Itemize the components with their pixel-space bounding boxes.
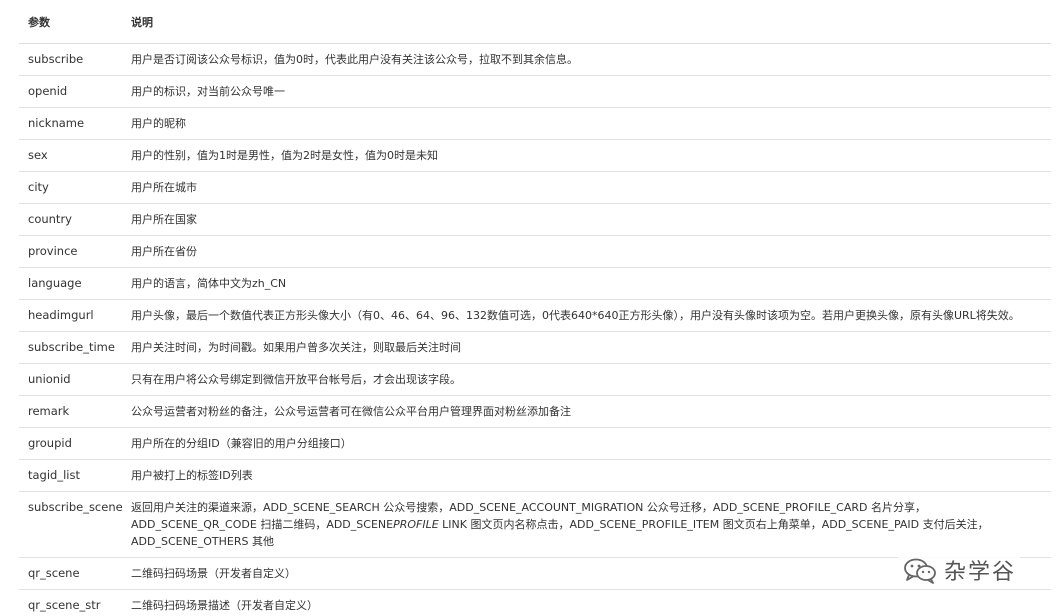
table-row: city 用户所在城市	[19, 171, 1051, 204]
table-row: tagid_list 用户被打上的标签ID列表	[19, 459, 1051, 492]
table-row: language 用户的语言，简体中文为zh_CN	[19, 267, 1051, 300]
param-desc: 用户头像，最后一个数值代表正方形头像大小（有0、46、64、96、132数值可选…	[122, 299, 1051, 332]
param-name: subscribe_scene	[19, 491, 123, 558]
param-desc: 二维码扫码场景描述（开发者自定义）	[122, 589, 1051, 616]
param-name: language	[19, 267, 122, 300]
param-desc: 用户所在国家	[122, 203, 1051, 236]
param-desc: 只有在用户将公众号绑定到微信开放平台帐号后，才会出现该字段。	[122, 363, 1051, 396]
param-name: qr_scene	[19, 557, 122, 590]
param-desc: 用户的性别，值为1时是男性，值为2时是女性，值为0时是未知	[122, 139, 1051, 172]
watermark: 杂学谷	[898, 552, 1021, 588]
param-desc: 用户的标识，对当前公众号唯一	[122, 75, 1051, 108]
header-desc: 说明	[122, 0, 1051, 44]
param-desc: 用户所在城市	[122, 171, 1051, 204]
table-row: remark 公众号运营者对粉丝的备注，公众号运营者可在微信公众平台用户管理界面…	[19, 395, 1051, 428]
table-row: headimgurl 用户头像，最后一个数值代表正方形头像大小（有0、46、64…	[19, 299, 1051, 332]
param-name: headimgurl	[19, 299, 122, 332]
param-name: qr_scene_str	[19, 589, 122, 616]
param-desc: 用户所在省份	[122, 235, 1051, 268]
header-param: 参数	[19, 0, 122, 44]
table-row: sex 用户的性别，值为1时是男性，值为2时是女性，值为0时是未知	[19, 139, 1051, 172]
param-desc: 用户的语言，简体中文为zh_CN	[122, 267, 1051, 300]
scene-desc-italic: PROFILE	[393, 518, 439, 531]
watermark-text: 杂学谷	[944, 560, 1017, 585]
param-desc: 返回用户关注的渠道来源，ADD_SCENE_SEARCH 公众号搜索，ADD_S…	[122, 491, 1051, 558]
param-name: city	[19, 171, 122, 204]
param-name: province	[19, 235, 122, 268]
param-desc: 用户被打上的标签ID列表	[122, 459, 1051, 492]
table-row: subscribe_time 用户关注时间，为时间戳。如果用户曾多次关注，则取最…	[19, 331, 1051, 364]
param-name: subscribe	[19, 43, 122, 76]
param-table: 参数 说明 subscribe 用户是否订阅该公众号标识，值为0时，代表此用户没…	[19, 0, 1051, 616]
param-name: openid	[19, 75, 122, 108]
param-desc: 用户所在的分组ID（兼容旧的用户分组接口）	[122, 427, 1051, 460]
table-row: province 用户所在省份	[19, 235, 1051, 268]
table-header-row: 参数 说明	[19, 0, 1051, 44]
table-row: nickname 用户的昵称	[19, 107, 1051, 140]
table-row: subscribe 用户是否订阅该公众号标识，值为0时，代表此用户没有关注该公众…	[19, 43, 1051, 76]
table-row: qr_scene_str 二维码扫码场景描述（开发者自定义）	[19, 589, 1051, 616]
param-name: groupid	[19, 427, 122, 460]
wechat-icon	[902, 556, 938, 584]
param-name: nickname	[19, 107, 122, 140]
table-row: country 用户所在国家	[19, 203, 1051, 236]
table-row: openid 用户的标识，对当前公众号唯一	[19, 75, 1051, 108]
param-name: sex	[19, 139, 122, 172]
param-name: tagid_list	[19, 459, 122, 492]
param-desc: 用户关注时间，为时间戳。如果用户曾多次关注，则取最后关注时间	[122, 331, 1051, 364]
param-desc: 用户的昵称	[122, 107, 1051, 140]
param-name: unionid	[19, 363, 122, 396]
param-name: country	[19, 203, 122, 236]
param-desc: 用户是否订阅该公众号标识，值为0时，代表此用户没有关注该公众号，拉取不到其余信息…	[122, 43, 1051, 76]
document: 参数 说明 subscribe 用户是否订阅该公众号标识，值为0时，代表此用户没…	[19, 0, 1051, 616]
param-name: remark	[19, 395, 122, 428]
table-row: qr_scene 二维码扫码场景（开发者自定义）	[19, 557, 1051, 590]
table-row: subscribe_scene 返回用户关注的渠道来源，ADD_SCENE_SE…	[19, 491, 1051, 558]
param-desc: 公众号运营者对粉丝的备注，公众号运营者可在微信公众平台用户管理界面对粉丝添加备注	[122, 395, 1051, 428]
table-row: groupid 用户所在的分组ID（兼容旧的用户分组接口）	[19, 427, 1051, 460]
param-name: subscribe_time	[19, 331, 122, 364]
table-row: unionid 只有在用户将公众号绑定到微信开放平台帐号后，才会出现该字段。	[19, 363, 1051, 396]
